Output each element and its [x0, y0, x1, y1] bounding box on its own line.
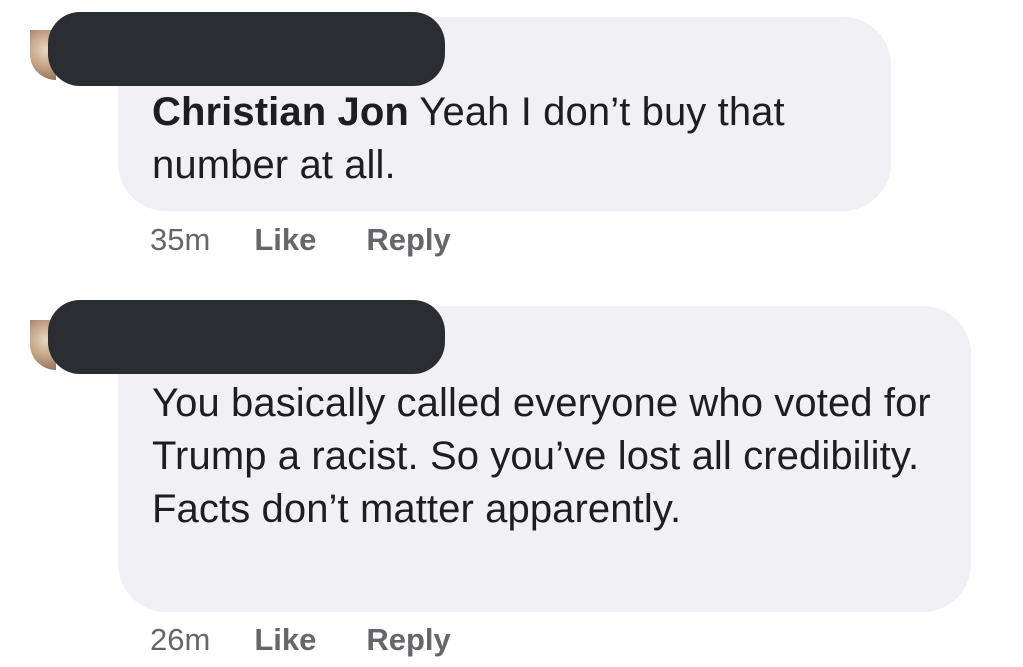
redaction-bar — [48, 12, 445, 86]
like-button[interactable]: Like — [254, 622, 316, 658]
reply-button[interactable]: Reply — [366, 222, 450, 258]
comment-actions: 35m Like Reply — [150, 222, 451, 258]
comment-timestamp[interactable]: 26m — [150, 622, 210, 658]
like-button[interactable]: Like — [254, 222, 316, 258]
reply-button[interactable]: Reply — [366, 622, 450, 658]
comment-body: You basically called everyone who voted … — [152, 381, 931, 531]
comment-text: You basically called everyone who voted … — [152, 377, 952, 536]
comment-actions: 26m Like Reply — [150, 622, 451, 658]
redaction-bar — [48, 300, 445, 374]
comment-text: Christian Jon Yeah I don’t buy that numb… — [152, 86, 872, 192]
comment-author[interactable]: Christian Jon — [152, 90, 409, 134]
comment-timestamp[interactable]: 35m — [150, 222, 210, 258]
